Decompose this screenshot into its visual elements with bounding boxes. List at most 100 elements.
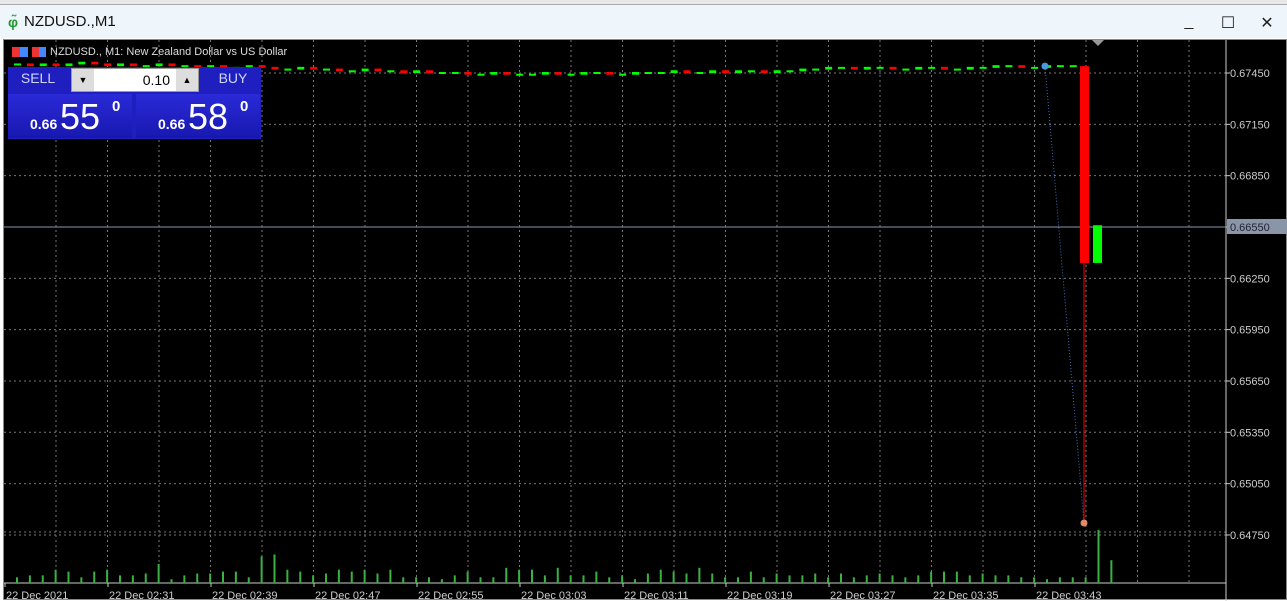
candle bbox=[838, 66, 845, 69]
candle bbox=[426, 70, 433, 73]
candle bbox=[760, 70, 768, 73]
candle bbox=[902, 68, 910, 71]
candle bbox=[657, 72, 665, 74]
legend-text: NZDUSD., M1: New Zealand Dollar vs US Do… bbox=[50, 46, 288, 58]
candle bbox=[889, 66, 897, 70]
candle bbox=[619, 73, 627, 76]
buy-entry-marker bbox=[1041, 62, 1049, 70]
current-price-label: 0.66550 bbox=[1230, 222, 1270, 234]
candle bbox=[348, 70, 356, 73]
candle bbox=[953, 68, 961, 71]
candle bbox=[1031, 66, 1039, 69]
buy-price-pips: 58 bbox=[188, 96, 229, 137]
candle bbox=[104, 63, 112, 67]
candle bbox=[850, 66, 858, 70]
candle bbox=[709, 70, 717, 73]
increase-lot-button[interactable]: ▲ bbox=[176, 69, 198, 91]
candle bbox=[78, 61, 86, 65]
candle bbox=[799, 68, 807, 72]
candle bbox=[91, 61, 99, 65]
price-label: 0.65350 bbox=[1230, 427, 1270, 439]
candle bbox=[1093, 225, 1102, 263]
candle bbox=[773, 70, 781, 73]
buy-button[interactable]: BUY bbox=[203, 70, 263, 86]
candle bbox=[516, 73, 524, 76]
candle bbox=[413, 70, 421, 73]
candle bbox=[876, 66, 884, 69]
candle bbox=[335, 68, 343, 72]
time-label: 22 Dec 02:31 bbox=[109, 590, 174, 601]
time-label: 22 Dec 02:39 bbox=[212, 590, 277, 601]
candle bbox=[1018, 65, 1026, 68]
sell-price-pips: 55 bbox=[60, 96, 101, 137]
candle bbox=[1056, 65, 1064, 68]
candle bbox=[65, 63, 73, 67]
candle bbox=[786, 70, 794, 73]
candle bbox=[541, 72, 549, 75]
sell-price-fraction: 0 bbox=[112, 98, 121, 115]
minimize-button[interactable]: _ bbox=[1174, 13, 1204, 31]
chart-shift-marker bbox=[1092, 40, 1104, 46]
time-label: 22 Dec 02:55 bbox=[418, 590, 483, 601]
candle bbox=[39, 63, 47, 67]
exit-marker bbox=[1080, 519, 1088, 527]
price-label: 0.66250 bbox=[1230, 273, 1270, 285]
maximize-button[interactable]: ☐ bbox=[1213, 13, 1243, 33]
candle bbox=[117, 63, 124, 67]
candle bbox=[825, 66, 833, 70]
candle bbox=[812, 68, 820, 71]
candle bbox=[1080, 66, 1089, 263]
candle bbox=[26, 63, 34, 67]
candle bbox=[284, 68, 292, 71]
price-chart[interactable]: 0.674500.671500.668500.665500.662500.659… bbox=[3, 39, 1287, 601]
decrease-lot-button[interactable]: ▼ bbox=[72, 69, 94, 91]
lot-size-input[interactable] bbox=[94, 69, 176, 91]
candle bbox=[464, 72, 472, 75]
candle bbox=[632, 72, 639, 75]
candle bbox=[374, 68, 382, 72]
candle bbox=[644, 72, 652, 74]
candle bbox=[129, 63, 137, 67]
time-label: 22 Dec 03:43 bbox=[1036, 590, 1101, 601]
candle bbox=[155, 63, 163, 67]
candle bbox=[400, 70, 408, 73]
candle bbox=[1069, 65, 1077, 68]
time-label: 22 Dec 03:03 bbox=[521, 590, 586, 601]
sell-price-prefix: 0.66 bbox=[30, 116, 58, 132]
one-click-trading-panel: SELL ▼ ▲ BUY 0.66 55 0 0.66 58 0 bbox=[8, 67, 261, 139]
sell-price-button[interactable]: 0.66 55 0 bbox=[8, 94, 132, 138]
candle bbox=[554, 72, 562, 75]
candle bbox=[387, 70, 395, 73]
title-bar: φ̃ NZDUSD.,M1 _ ☐ ✕ bbox=[0, 5, 1287, 38]
candle bbox=[735, 70, 742, 73]
candle bbox=[941, 66, 948, 70]
candle bbox=[297, 66, 305, 70]
time-label: 22 Dec 02:47 bbox=[315, 590, 380, 601]
price-label: 0.65050 bbox=[1230, 479, 1270, 491]
candle bbox=[271, 66, 279, 70]
sell-button[interactable]: SELL bbox=[8, 70, 68, 86]
candle bbox=[14, 63, 21, 66]
buy-price-fraction: 0 bbox=[240, 98, 249, 115]
candle bbox=[747, 70, 755, 73]
candle bbox=[722, 70, 730, 73]
candle bbox=[477, 73, 485, 76]
time-label: 22 Dec 03:19 bbox=[727, 590, 792, 601]
candle bbox=[503, 72, 511, 75]
candle bbox=[168, 63, 176, 67]
candle bbox=[451, 72, 459, 74]
candle bbox=[928, 66, 936, 69]
lot-size-stepper: ▼ ▲ bbox=[71, 68, 199, 92]
candle bbox=[52, 63, 60, 67]
candle bbox=[696, 72, 704, 74]
time-label: 22 Dec 03:11 bbox=[624, 590, 689, 601]
flag-icon bbox=[12, 47, 28, 57]
time-label: 22 Dec 2021 bbox=[6, 590, 68, 601]
candle bbox=[323, 68, 330, 71]
chart-legend: NZDUSD., M1: New Zealand Dollar vs US Do… bbox=[12, 46, 287, 58]
close-button[interactable]: ✕ bbox=[1252, 13, 1282, 33]
time-label: 22 Dec 03:27 bbox=[830, 590, 895, 601]
price-label: 0.67150 bbox=[1230, 119, 1270, 131]
candle bbox=[529, 73, 536, 76]
buy-price-button[interactable]: 0.66 58 0 bbox=[136, 94, 260, 138]
